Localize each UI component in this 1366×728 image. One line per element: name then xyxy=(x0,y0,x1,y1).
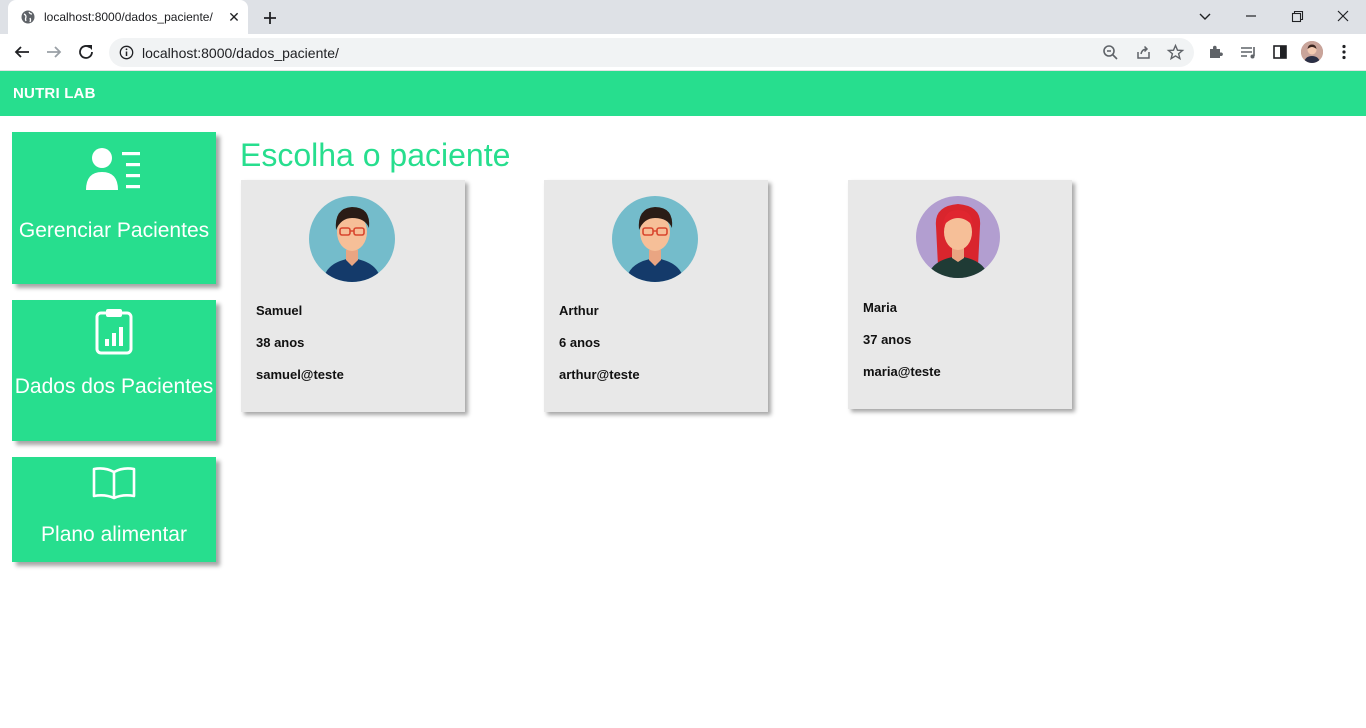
patient-email: maria@teste xyxy=(863,364,941,379)
close-window-icon[interactable] xyxy=(1332,5,1354,27)
back-arrow-icon[interactable] xyxy=(11,41,33,63)
media-queue-icon[interactable] xyxy=(1237,41,1259,63)
sidebar-item-label: Plano alimentar xyxy=(41,523,187,546)
page-title: Escolha o paciente xyxy=(240,137,511,173)
bookmark-star-icon[interactable] xyxy=(1166,43,1185,62)
profile-avatar-icon xyxy=(1301,41,1323,63)
patient-name: Samuel xyxy=(256,303,303,318)
sidebar-item-gerenciar-pacientes[interactable]: Gerenciar Pacientes xyxy=(12,132,216,284)
top-navbar: NUTRI LAB xyxy=(0,71,1366,116)
browser-tabstrip: localhost:8000/dados_paciente/ ✕ xyxy=(0,0,1366,34)
site-info-icon[interactable] xyxy=(119,45,134,60)
browser-tab[interactable]: localhost:8000/dados_paciente/ ✕ xyxy=(8,0,248,34)
open-book-icon xyxy=(92,467,136,500)
patient-card-maria[interactable]: Maria 37 anos maria@teste xyxy=(848,180,1072,409)
side-panel-icon[interactable] xyxy=(1269,41,1291,63)
minimize-icon[interactable] xyxy=(1240,5,1262,27)
address-bar[interactable]: localhost:8000/dados_paciente/ xyxy=(109,38,1194,67)
patient-name: Arthur xyxy=(559,303,599,318)
patient-age: 6 anos xyxy=(559,335,601,350)
share-icon[interactable] xyxy=(1134,43,1153,62)
user-list-icon xyxy=(86,148,140,190)
male-avatar xyxy=(309,196,395,282)
tab-title: localhost:8000/dados_paciente/ xyxy=(44,10,213,24)
patient-name: Maria xyxy=(863,300,897,315)
sidebar-item-dados-pacientes[interactable]: Dados dos Pacientes xyxy=(12,300,216,441)
patient-card-samuel[interactable]: Samuel 38 anos samuel@teste xyxy=(241,180,465,412)
forward-arrow-icon[interactable] xyxy=(43,41,65,63)
browser-toolbar: localhost:8000/dados_paciente/ xyxy=(0,34,1366,71)
patient-card-arthur[interactable]: Arthur 6 anos arthur@teste xyxy=(544,180,768,412)
patient-age: 37 anos xyxy=(863,332,912,347)
reload-icon[interactable] xyxy=(75,41,97,63)
sidebar-item-label: Dados dos Pacientes xyxy=(14,375,214,398)
zoom-icon[interactable] xyxy=(1101,43,1120,62)
sidebar-item-plano-alimentar[interactable]: Plano alimentar xyxy=(12,457,216,562)
tab-close-icon[interactable]: ✕ xyxy=(226,9,242,25)
male-avatar-icon xyxy=(309,196,395,282)
patient-age: 38 anos xyxy=(256,335,305,350)
female-avatar-icon xyxy=(916,196,1000,278)
male-avatar-icon xyxy=(612,196,698,282)
globe-icon xyxy=(21,10,35,24)
patient-email: samuel@teste xyxy=(256,367,344,382)
restore-icon[interactable] xyxy=(1286,5,1308,27)
female-avatar xyxy=(916,196,1000,278)
tab-search-chevron-icon[interactable] xyxy=(1194,5,1216,27)
patient-email: arthur@teste xyxy=(559,367,640,382)
male-avatar xyxy=(612,196,698,282)
address-url[interactable]: localhost:8000/dados_paciente/ xyxy=(142,45,339,61)
more-menu-icon[interactable] xyxy=(1333,41,1355,63)
brand-logo-text[interactable]: NUTRI LAB xyxy=(13,85,96,102)
new-tab-icon[interactable] xyxy=(259,7,281,29)
sidebar-item-label: Gerenciar Pacientes xyxy=(18,219,210,242)
profile-avatar[interactable] xyxy=(1301,41,1323,63)
extensions-puzzle-icon[interactable] xyxy=(1205,41,1227,63)
clipboard-chart-icon xyxy=(95,309,133,355)
